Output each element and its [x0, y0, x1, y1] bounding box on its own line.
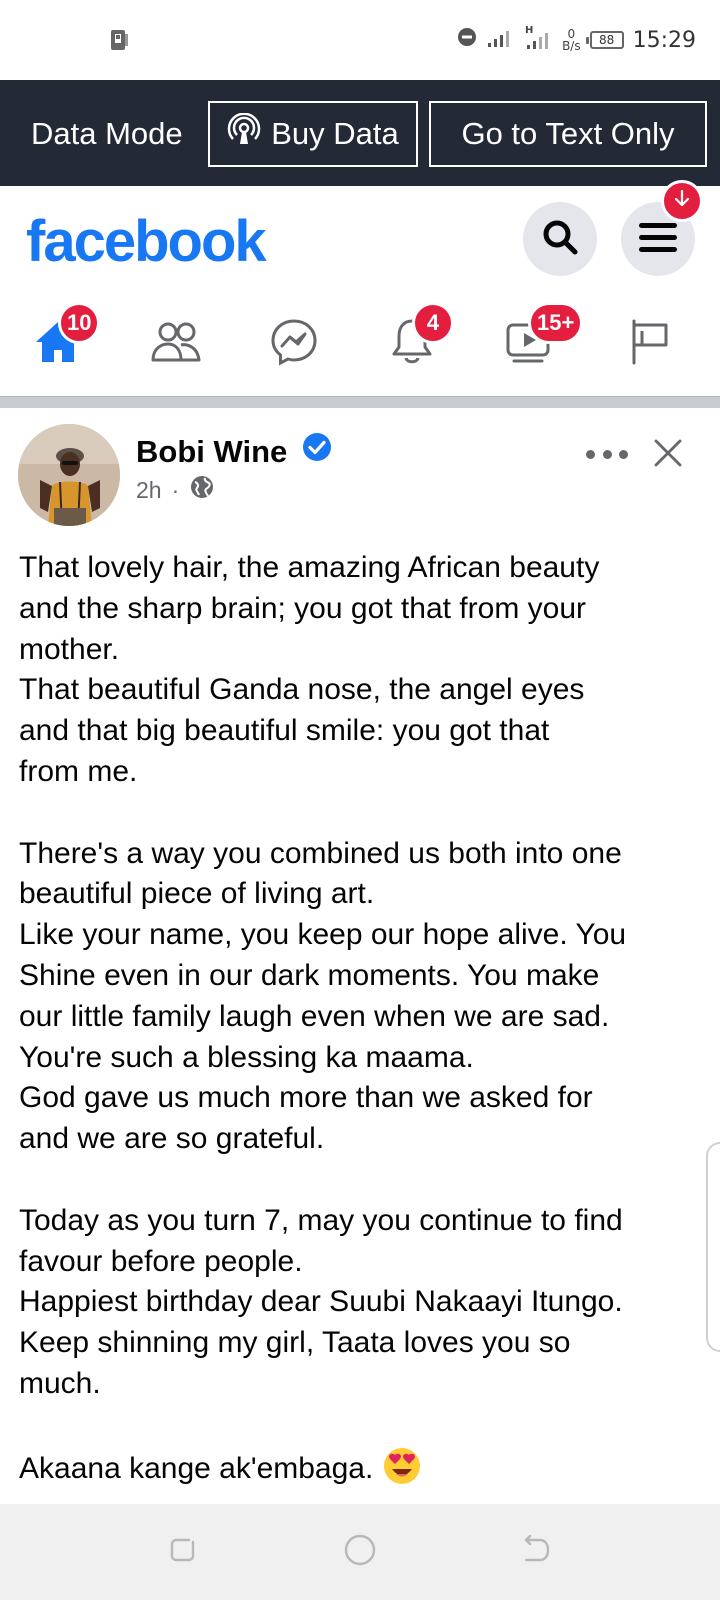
- more-options-icon[interactable]: [586, 444, 628, 464]
- side-panel-handle[interactable]: [706, 1142, 720, 1352]
- post-timestamp[interactable]: 2h: [136, 477, 162, 504]
- signal-icon: [486, 25, 514, 55]
- battery-icon: 88: [585, 31, 624, 49]
- meta-separator: ·: [171, 476, 180, 503]
- update-badge: [661, 180, 703, 222]
- tab-notifications[interactable]: 4: [372, 302, 454, 382]
- post-text: That lovely hair, the amazing African be…: [19, 551, 627, 1485]
- watch-badge: 15+: [528, 302, 584, 344]
- text-only-button[interactable]: Go to Text Only: [429, 101, 707, 167]
- home-badge: 10: [58, 302, 101, 344]
- messenger-icon: [269, 317, 319, 372]
- tab-messenger[interactable]: [254, 306, 334, 382]
- tab-home[interactable]: 10: [18, 302, 101, 382]
- heart-eyes-emoji-icon: [382, 1446, 422, 1486]
- hamburger-icon: [638, 220, 678, 259]
- facebook-logo[interactable]: facebook: [26, 208, 267, 275]
- parking-app-icon: [107, 28, 131, 57]
- network-speed-unit: B/s: [562, 39, 581, 53]
- post-body: That lovely hair, the amazing African be…: [19, 548, 709, 1489]
- menu-button[interactable]: [621, 180, 703, 276]
- arrow-down-icon: [673, 189, 691, 214]
- flag-icon: [628, 317, 672, 372]
- do-not-disturb-icon: [457, 27, 477, 53]
- close-icon[interactable]: [651, 436, 685, 475]
- buy-data-label: Buy Data: [271, 116, 399, 151]
- tab-pages[interactable]: [610, 306, 690, 382]
- nav-tabs: 10 4 15+: [0, 292, 720, 396]
- text-only-label: Go to Text Only: [461, 116, 675, 151]
- signal-h-icon: H: [523, 23, 553, 57]
- home-circle-icon: [343, 1533, 377, 1572]
- search-icon: [540, 217, 580, 262]
- battery-level: 88: [598, 33, 615, 47]
- clock: 15:29: [632, 27, 696, 53]
- post-meta: 2h ·: [136, 474, 215, 506]
- back-button[interactable]: [518, 1534, 554, 1570]
- status-bar: H 0 B/s 88 15:29: [0, 0, 720, 80]
- data-mode-label: Data Mode: [31, 116, 183, 151]
- svg-text:H: H: [525, 25, 533, 36]
- buy-data-button[interactable]: Buy Data: [208, 101, 418, 167]
- search-button[interactable]: [523, 202, 597, 276]
- recent-apps-button[interactable]: [165, 1534, 201, 1570]
- data-mode-bar: Data Mode Buy Data Go to Text Only: [0, 80, 720, 186]
- avatar[interactable]: [18, 424, 120, 526]
- home-button[interactable]: [342, 1534, 378, 1570]
- notifications-badge: 4: [412, 302, 454, 344]
- verified-badge-icon: [302, 432, 332, 467]
- feed-post: Bobi Wine 2h · That lovely hair, the ama…: [0, 408, 720, 1504]
- back-icon: [520, 1534, 552, 1571]
- broadcast-icon: [227, 112, 261, 155]
- globe-icon: [189, 474, 215, 506]
- tab-watch[interactable]: 15+: [490, 302, 584, 382]
- friends-icon: [150, 320, 202, 369]
- recent-apps-icon: [167, 1534, 199, 1571]
- feed-divider: [0, 396, 720, 408]
- tab-friends[interactable]: [136, 306, 216, 382]
- system-nav-bar: [0, 1504, 720, 1600]
- post-author[interactable]: Bobi Wine: [136, 434, 287, 470]
- network-speed: 0 B/s: [562, 28, 581, 52]
- app-header: facebook: [0, 180, 720, 292]
